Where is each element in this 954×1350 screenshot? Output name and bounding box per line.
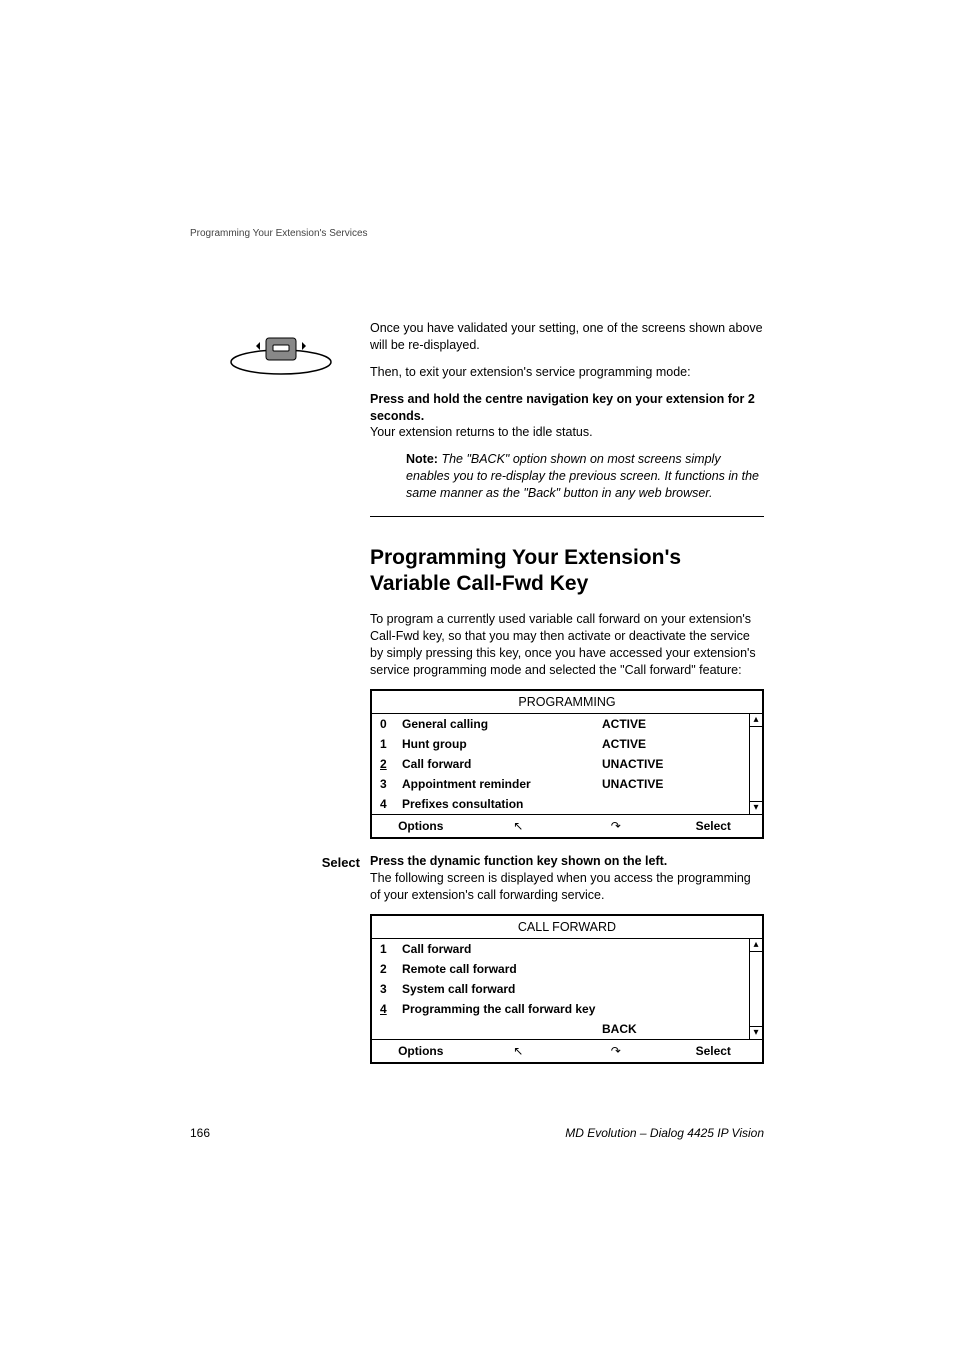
softkey-options: Options bbox=[372, 1040, 470, 1062]
row-num: 1 bbox=[380, 737, 402, 751]
screen2-row-2: 2 Remote call forward bbox=[372, 959, 762, 979]
screen2-row-1: 1 Call forward bbox=[372, 939, 762, 959]
row-label: Programming the call forward key bbox=[402, 1002, 754, 1016]
page-number: 166 bbox=[190, 1126, 210, 1140]
row-status: ACTIVE bbox=[602, 717, 754, 731]
screen2-body: 1 Call forward 2 Remote call forward 3 S… bbox=[372, 939, 762, 1039]
intro-block: Once you have validated your setting, on… bbox=[190, 320, 764, 853]
page-content: Once you have validated your setting, on… bbox=[0, 0, 954, 1118]
scrollbar: ▴ ▾ bbox=[749, 714, 762, 814]
softkey-select: Select bbox=[665, 815, 763, 837]
back-label: BACK bbox=[602, 1022, 754, 1036]
row-label: System call forward bbox=[402, 982, 754, 996]
doc-title: MD Evolution – Dialog 4425 IP Vision bbox=[565, 1126, 764, 1140]
screen2-row-3: 3 System call forward bbox=[372, 979, 762, 999]
instr-line: Press and hold the centre navigation key… bbox=[370, 391, 764, 442]
instr-bold: Press and hold the centre navigation key… bbox=[370, 392, 755, 423]
row-label: Remote call forward bbox=[402, 962, 754, 976]
row-label: General calling bbox=[402, 717, 602, 731]
scroll-up-icon: ▴ bbox=[750, 714, 762, 727]
scrollbar: ▴ ▾ bbox=[749, 939, 762, 1039]
row-label: Prefixes consultation bbox=[402, 797, 602, 811]
select-instr-rest: The following screen is displayed when y… bbox=[370, 871, 751, 902]
note-label: Note: bbox=[406, 452, 438, 466]
nav-pad-icon bbox=[226, 334, 336, 376]
softkey-arrow-up-icon: ↖ bbox=[470, 815, 568, 837]
intro-p1: Once you have validated your setting, on… bbox=[370, 320, 764, 354]
nav-pad-illustration bbox=[226, 334, 360, 381]
running-header: Programming Your Extension's Services bbox=[190, 228, 368, 239]
note-block: Note: The "BACK" option shown on most sc… bbox=[406, 451, 764, 502]
screen-programming: PROGRAMMING 0 General calling ACTIVE 1 H… bbox=[370, 689, 764, 839]
row-num: 4 bbox=[380, 1002, 402, 1016]
screen1-row-2: 2 Call forward UNACTIVE bbox=[372, 754, 762, 774]
row-num: 2 bbox=[380, 757, 402, 771]
select-instr-bold: Press the dynamic function key shown on … bbox=[370, 854, 667, 868]
row-num: 4 bbox=[380, 797, 402, 811]
note-text: The "BACK" option shown on most screens … bbox=[406, 452, 759, 500]
left-col-navpad bbox=[190, 320, 360, 381]
screen2-softkeys: Options ↖ ↷ Select bbox=[372, 1039, 762, 1062]
row-label: Appointment reminder bbox=[402, 777, 602, 791]
select-softkey-label: Select bbox=[190, 853, 360, 870]
intro-p2: Then, to exit your extension's service p… bbox=[370, 364, 764, 381]
softkey-arrow-return-icon: ↷ bbox=[567, 1040, 665, 1062]
section-divider bbox=[370, 516, 764, 517]
screen2-title: CALL FORWARD bbox=[372, 916, 762, 939]
row-num: 1 bbox=[380, 942, 402, 956]
screen1-row-1: 1 Hunt group ACTIVE bbox=[372, 734, 762, 754]
softkey-arrow-up-icon: ↖ bbox=[470, 1040, 568, 1062]
row-num: 3 bbox=[380, 982, 402, 996]
select-instr: Press the dynamic function key shown on … bbox=[370, 853, 764, 904]
left-col-select: Select bbox=[190, 853, 360, 870]
select-step: Select Press the dynamic function key sh… bbox=[190, 853, 764, 1078]
scroll-down-icon: ▾ bbox=[750, 1026, 762, 1039]
screen2-back-row: BACK bbox=[372, 1019, 762, 1039]
scroll-up-icon: ▴ bbox=[750, 939, 762, 952]
softkey-options: Options bbox=[372, 815, 470, 837]
row-num: 0 bbox=[380, 717, 402, 731]
right-col-text: Once you have validated your setting, on… bbox=[370, 320, 764, 839]
row-label: Hunt group bbox=[402, 737, 602, 751]
page-footer: 166 MD Evolution – Dialog 4425 IP Vision bbox=[190, 1126, 764, 1140]
screen1-softkeys: Options ↖ ↷ Select bbox=[372, 814, 762, 837]
softkey-select: Select bbox=[665, 1040, 763, 1062]
row-status: ACTIVE bbox=[602, 737, 754, 751]
scroll-down-icon: ▾ bbox=[750, 801, 762, 814]
softkey-arrow-return-icon: ↷ bbox=[567, 815, 665, 837]
instr-rest: Your extension returns to the idle statu… bbox=[370, 425, 593, 439]
section-title: Programming Your Extension's Variable Ca… bbox=[370, 545, 764, 598]
screen2-row-4: 4 Programming the call forward key bbox=[372, 999, 762, 1019]
row-label: Call forward bbox=[402, 757, 602, 771]
row-status: UNACTIVE bbox=[602, 757, 754, 771]
right-col-select: Press the dynamic function key shown on … bbox=[370, 853, 764, 1064]
row-label: Call forward bbox=[402, 942, 754, 956]
screen-callforward: CALL FORWARD 1 Call forward 2 Remote cal… bbox=[370, 914, 764, 1064]
screen1-row-0: 0 General calling ACTIVE bbox=[372, 714, 762, 734]
screen1-body: 0 General calling ACTIVE 1 Hunt group AC… bbox=[372, 714, 762, 814]
screen1-row-3: 3 Appointment reminder UNACTIVE bbox=[372, 774, 762, 794]
screen1-row-4: 4 Prefixes consultation bbox=[372, 794, 762, 814]
screen1-title: PROGRAMMING bbox=[372, 691, 762, 714]
row-num: 2 bbox=[380, 962, 402, 976]
row-num: 3 bbox=[380, 777, 402, 791]
section-para: To program a currently used variable cal… bbox=[370, 611, 764, 679]
row-status: UNACTIVE bbox=[602, 777, 754, 791]
